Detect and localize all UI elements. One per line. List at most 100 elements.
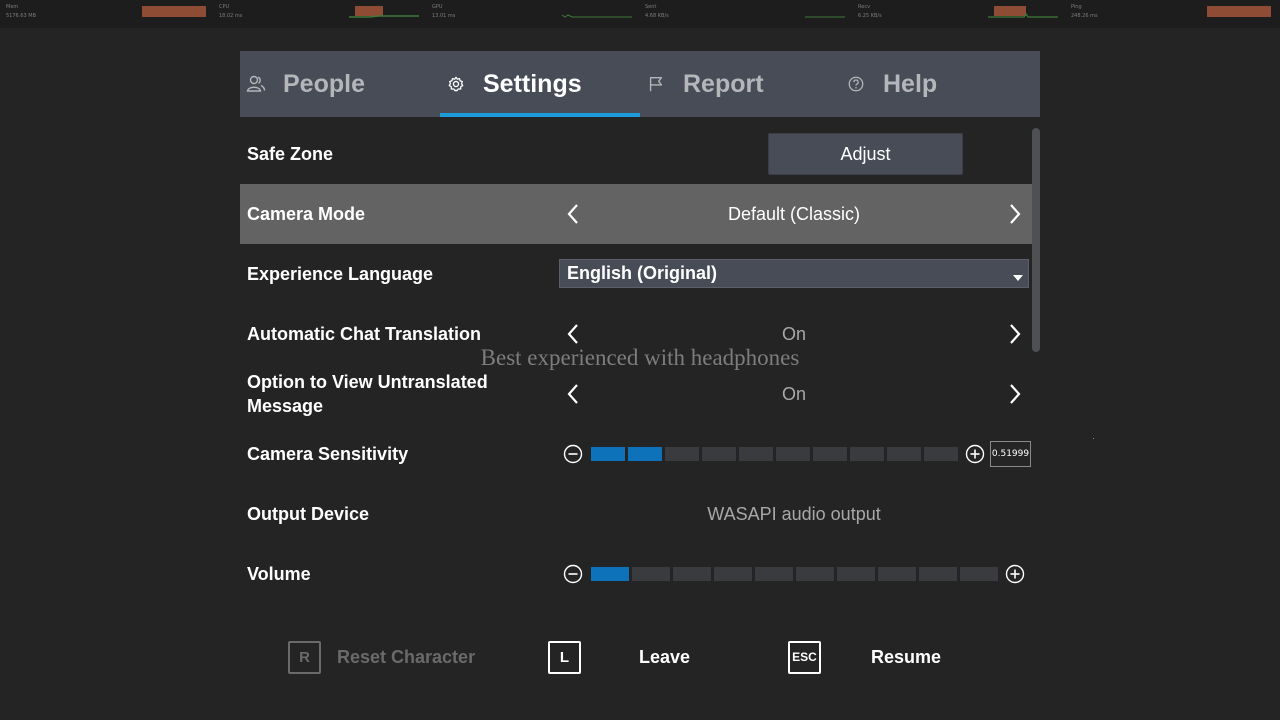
slider-segment[interactable] [796, 567, 834, 581]
slider-segment[interactable] [924, 447, 958, 461]
chevron-right-icon[interactable] [1003, 382, 1027, 406]
settings-scrollbar[interactable] [1032, 128, 1040, 352]
setting-row-auto-chat-translation: Automatic Chat Translation On [240, 304, 1032, 364]
stat-gpu: GPU 13.01 ms [426, 0, 639, 28]
resume-button[interactable]: Resume [871, 647, 941, 668]
setting-row-camera-mode[interactable]: Camera Mode Default (Classic) [240, 184, 1032, 244]
tab-label: Report [683, 69, 764, 98]
tab-label: Help [883, 69, 938, 98]
stat-bar [1207, 6, 1271, 17]
question-icon [846, 74, 866, 94]
resume-action[interactable]: ESC Resume [788, 640, 941, 674]
volume-slider[interactable] [562, 562, 1026, 586]
setting-row-output-device[interactable]: Output Device WASAPI audio output [240, 484, 1032, 544]
setting-row-volume: Volume [240, 544, 1032, 604]
performance-stats-bar: Mem 5176.63 MB CPU 18.02 ms GPU 13.01 ms… [0, 0, 1280, 28]
stat-label: Mem [6, 4, 19, 10]
stat-label: Sent [645, 4, 657, 10]
slider-segment[interactable] [776, 447, 810, 461]
language-dropdown[interactable]: English (Original) [559, 259, 1029, 288]
stat-label: GPU [432, 4, 443, 10]
keycap-esc: ESC [788, 640, 821, 674]
stat-recv: Recv 6.25 KB/s [852, 0, 1065, 28]
minus-circle-icon[interactable] [563, 444, 583, 464]
setting-label: Automatic Chat Translation [247, 324, 482, 344]
slider-segment[interactable] [665, 447, 699, 461]
slider-segment[interactable] [591, 567, 629, 581]
slider-segment[interactable] [632, 567, 670, 581]
keycap-r: R [288, 640, 321, 674]
stat-graph [988, 6, 1058, 18]
slider-segment[interactable] [714, 567, 752, 581]
view-untranslated-selector: On [560, 364, 1028, 424]
stat-value: 248.26 ms [1071, 13, 1098, 19]
leave-action[interactable]: L Leave [548, 640, 690, 674]
tab-report[interactable]: Report [640, 51, 840, 117]
setting-row-experience-language: Experience Language English (Original) [240, 244, 1032, 304]
setting-row-safe-zone: Safe Zone Adjust [240, 124, 1032, 184]
plus-circle-icon[interactable] [965, 444, 985, 464]
reset-character-action[interactable]: R Reset Character [288, 640, 475, 674]
setting-row-camera-sensitivity: Camera Sensitivity [240, 424, 1032, 484]
cursor-dot [1093, 438, 1094, 439]
slider-segment[interactable] [813, 447, 847, 461]
stat-value: 5176.63 MB [6, 13, 37, 19]
stat-graph [349, 6, 419, 18]
stat-label: Recv [858, 4, 871, 10]
tab-settings[interactable]: Settings [440, 51, 640, 117]
slider-segment[interactable] [837, 567, 875, 581]
setting-label: Output Device [247, 504, 370, 524]
tab-label: Settings [483, 69, 582, 98]
slider-track[interactable] [591, 567, 998, 581]
slider-track[interactable] [591, 447, 958, 461]
slider-segment[interactable] [919, 567, 957, 581]
people-icon [246, 74, 266, 94]
camera-sensitivity-input[interactable]: 0.51999 [990, 441, 1031, 467]
setting-label: Option to View Untranslated Message [247, 372, 488, 416]
slider-segment[interactable] [673, 567, 711, 581]
chevron-left-icon[interactable] [561, 322, 585, 346]
stat-cpu: CPU 18.02 ms [213, 0, 426, 28]
stat-bar [142, 6, 206, 17]
camera-sensitivity-slider[interactable] [562, 442, 985, 466]
stat-ping: Ping 248.26 ms [1065, 0, 1278, 28]
adjust-button[interactable]: Adjust [768, 133, 963, 175]
active-tab-indicator [440, 113, 640, 117]
chevron-left-icon[interactable] [561, 202, 585, 226]
stat-label: CPU [219, 4, 230, 10]
plus-circle-icon[interactable] [1005, 564, 1025, 584]
slider-segment[interactable] [878, 567, 916, 581]
dropdown-value: English (Original) [567, 263, 718, 283]
keycap-l: L [548, 640, 581, 674]
stat-value: 13.01 ms [432, 13, 456, 19]
setting-label: Experience Language [247, 264, 434, 284]
chevron-right-icon[interactable] [1003, 202, 1027, 226]
reset-character-button[interactable]: Reset Character [337, 647, 475, 668]
flag-icon [646, 74, 666, 94]
chevron-left-icon[interactable] [561, 382, 585, 406]
stat-graph [805, 16, 845, 18]
setting-label: Camera Sensitivity [247, 444, 409, 464]
slider-segment[interactable] [739, 447, 773, 461]
chevron-right-icon[interactable] [1003, 322, 1027, 346]
slider-segment[interactable] [850, 447, 884, 461]
stat-graph [562, 14, 632, 18]
slider-segment[interactable] [702, 447, 736, 461]
tab-people[interactable]: People [240, 51, 440, 117]
settings-list: Safe Zone Adjust Camera Mode Default (Cl… [240, 124, 1032, 604]
setting-row-view-untranslated: Option to View Untranslated Message On [240, 364, 1032, 424]
slider-segment[interactable] [960, 567, 998, 581]
menu-tab-bar: People Settings Report Help [240, 51, 1040, 117]
slider-segment[interactable] [887, 447, 921, 461]
stat-value: 6.25 KB/s [858, 13, 882, 19]
caret-down-icon [1012, 269, 1024, 287]
selector-value: On [781, 323, 806, 344]
slider-segment[interactable] [628, 447, 662, 461]
output-device-value[interactable]: WASAPI audio output [560, 484, 1028, 544]
leave-button[interactable]: Leave [639, 647, 690, 668]
setting-label: Camera Mode [247, 204, 366, 224]
minus-circle-icon[interactable] [563, 564, 583, 584]
slider-segment[interactable] [755, 567, 793, 581]
tab-help[interactable]: Help [840, 51, 1040, 117]
slider-segment[interactable] [591, 447, 625, 461]
